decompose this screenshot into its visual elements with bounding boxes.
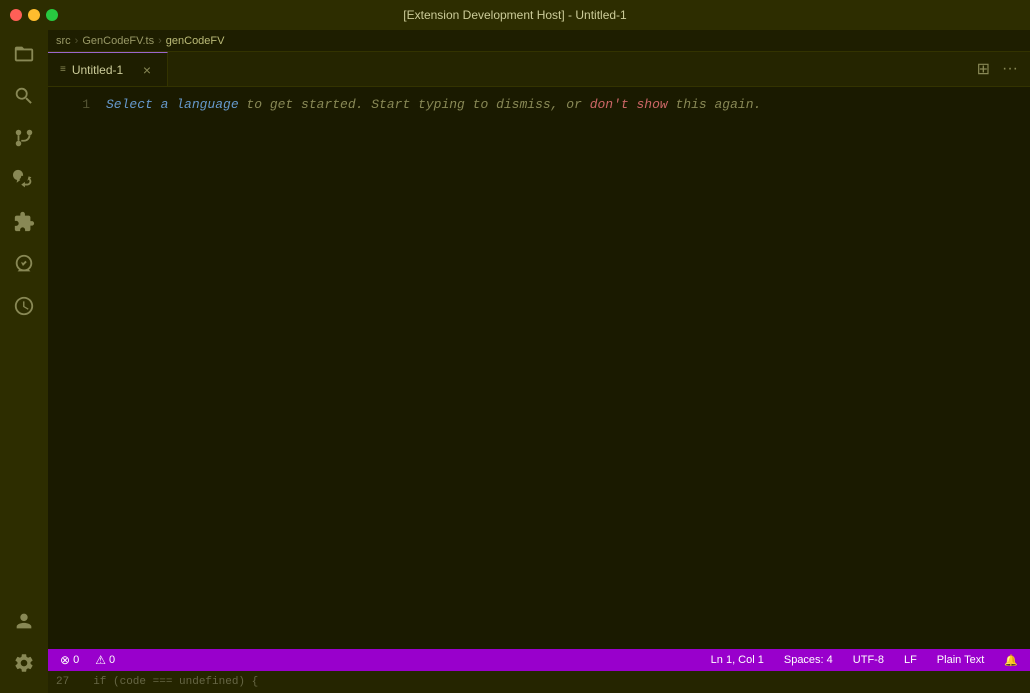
sidebar-item-extensions[interactable] xyxy=(4,202,44,242)
line-number: 1 xyxy=(48,95,90,114)
sidebar-item-timeline[interactable] xyxy=(4,286,44,326)
bottom-code-preview: if (code === undefined) { xyxy=(93,676,258,688)
tab-actions: ⊞ ··· xyxy=(973,57,1022,81)
main-layout: src › GenCodeFV.ts › genCodeFV ≡ Untitle… xyxy=(0,30,1030,693)
split-editor-button[interactable]: ⊞ xyxy=(973,57,994,81)
notification-icon: 🔔 xyxy=(1004,654,1018,667)
activity-bar xyxy=(0,30,48,693)
error-icon: ⊗ xyxy=(60,653,70,667)
status-right: Ln 1, Col 1 Spaces: 4 UTF-8 LF Plain Tex… xyxy=(707,654,1022,667)
sidebar-item-remote[interactable] xyxy=(4,244,44,284)
minimize-button[interactable] xyxy=(28,9,40,21)
breadcrumb-file: GenCodeFV.ts xyxy=(82,35,154,47)
editor-area: src › GenCodeFV.ts › genCodeFV ≡ Untitle… xyxy=(48,30,1030,693)
line-ending: LF xyxy=(904,654,917,666)
select-language-link[interactable]: Select a language xyxy=(106,97,239,112)
sidebar-item-account[interactable] xyxy=(4,601,44,641)
status-errors[interactable]: ⊗ 0 xyxy=(56,653,83,667)
title-bar: [Extension Development Host] - Untitled-… xyxy=(0,0,1030,30)
warning-count: 0 xyxy=(109,654,115,666)
hint-line: Select a language to get started. Start … xyxy=(106,95,1030,114)
sidebar-item-run-debug[interactable] xyxy=(4,160,44,200)
breadcrumb-src: src xyxy=(56,35,71,47)
file-encoding: UTF-8 xyxy=(853,654,884,666)
breadcrumb[interactable]: src › GenCodeFV.ts › genCodeFV xyxy=(48,30,1030,52)
tab-title: Untitled-1 xyxy=(72,63,133,77)
activity-bar-bottom xyxy=(4,601,44,693)
error-count: 0 xyxy=(73,654,79,666)
tab-file-icon: ≡ xyxy=(60,64,66,75)
language-mode: Plain Text xyxy=(937,654,985,666)
tab-close-button[interactable]: × xyxy=(139,62,155,78)
status-position[interactable]: Ln 1, Col 1 xyxy=(707,654,768,666)
breadcrumb-symbol: genCodeFV xyxy=(166,35,225,47)
editor-text-area[interactable]: Select a language to get started. Start … xyxy=(98,87,1030,649)
close-button[interactable] xyxy=(10,9,22,21)
dont-show-link[interactable]: don't show xyxy=(590,97,668,112)
sidebar-item-search[interactable] xyxy=(4,76,44,116)
status-line-ending[interactable]: LF xyxy=(900,654,921,666)
bottom-hint-bar: 27 if (code === undefined) { xyxy=(48,671,1030,693)
status-left: ⊗ 0 ⚠ 0 xyxy=(56,653,119,667)
maximize-button[interactable] xyxy=(46,9,58,21)
bottom-line-number: 27 xyxy=(56,676,69,688)
sidebar-item-settings[interactable] xyxy=(4,643,44,683)
cursor-position: Ln 1, Col 1 xyxy=(711,654,764,666)
status-bar: ⊗ 0 ⚠ 0 Ln 1, Col 1 Spaces: 4 UTF-8 xyxy=(48,649,1030,671)
status-encoding[interactable]: UTF-8 xyxy=(849,654,888,666)
more-actions-button[interactable]: ··· xyxy=(998,58,1022,80)
sidebar-item-source-control[interactable] xyxy=(4,118,44,158)
editor-tab[interactable]: ≡ Untitled-1 × xyxy=(48,52,168,86)
status-spaces[interactable]: Spaces: 4 xyxy=(780,654,837,666)
window-controls xyxy=(10,9,58,21)
indentation: Spaces: 4 xyxy=(784,654,833,666)
sidebar-item-explorer[interactable] xyxy=(4,34,44,74)
notifications-button[interactable]: 🔔 xyxy=(1000,654,1022,667)
status-language[interactable]: Plain Text xyxy=(933,654,989,666)
warning-icon: ⚠ xyxy=(95,653,106,667)
editor-content[interactable]: 1 Select a language to get started. Star… xyxy=(48,87,1030,649)
window-title: [Extension Development Host] - Untitled-… xyxy=(403,8,626,22)
status-warnings[interactable]: ⚠ 0 xyxy=(91,653,119,667)
line-numbers: 1 xyxy=(48,87,98,649)
tab-bar: ≡ Untitled-1 × ⊞ ··· xyxy=(48,52,1030,87)
